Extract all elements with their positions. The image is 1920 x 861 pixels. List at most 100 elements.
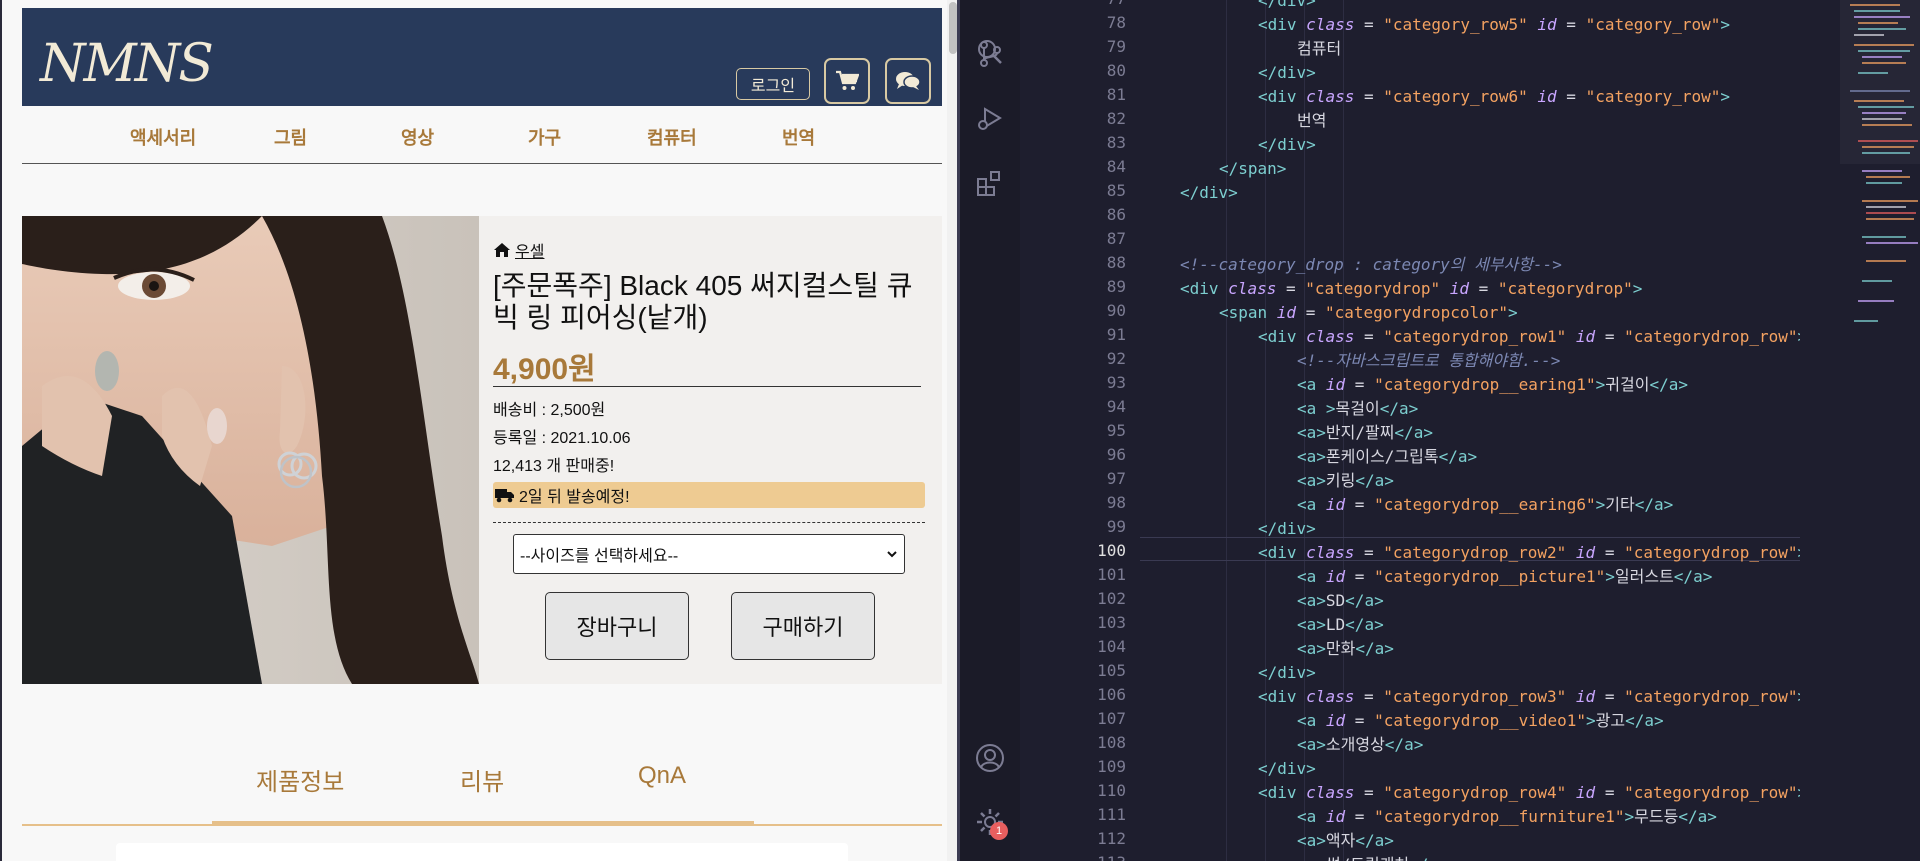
code-token: id (1325, 711, 1346, 730)
site-logo[interactable]: NMNS (40, 34, 214, 94)
scrollbar-thumb[interactable] (949, 2, 957, 54)
code-token: > (1605, 567, 1615, 586)
line-number: 82 (1106, 109, 1126, 128)
browser-scrollbar[interactable] (947, 0, 957, 861)
code-token: <a > (1297, 399, 1336, 418)
line-number: 90 (1106, 301, 1126, 320)
chat-icon-button[interactable] (885, 58, 931, 104)
line-number: 109 (1097, 757, 1126, 776)
code-token: <div (1258, 87, 1307, 106)
tab-product-info[interactable]: 제품정보 (256, 762, 344, 797)
code-line: <div class = "categorydrop_row3" id = "c… (1258, 685, 1800, 709)
code-line: <a id = "categorydrop__furniture1">무드등</… (1297, 805, 1717, 829)
line-number: 86 (1106, 205, 1126, 224)
code-token: <div (1258, 687, 1307, 706)
size-select-value: --사이즈를 선택하세요-- (520, 548, 679, 565)
login-button[interactable]: 로그인 (736, 68, 810, 100)
code-line: <a id = "categorydrop__picture1">일러스트</a… (1297, 565, 1712, 589)
code-token: "categorydrop__video1" (1374, 711, 1586, 730)
code-token: "category_row" (1585, 87, 1721, 106)
code-token: <a (1297, 495, 1326, 514)
code-token: > (1508, 303, 1518, 322)
nav-item-art[interactable]: 그림 (274, 124, 307, 150)
tab-reviews[interactable]: 리뷰 (460, 762, 504, 797)
product-section: 우셀 [주문폭주] Black 405 써지컬스틸 큐빅 링 피어싱(낱개) 4… (22, 216, 942, 684)
code-token: "categorydrop_row1" (1383, 327, 1567, 346)
code-token: "categorydrop_row" (1624, 783, 1798, 802)
code-line: <a>SD</a> (1297, 589, 1384, 613)
line-number: 97 (1106, 469, 1126, 488)
add-to-cart-button[interactable]: 장바구니 (545, 592, 689, 660)
code-token: "categorydrop_row" (1624, 687, 1798, 706)
code-token: id (1449, 279, 1470, 298)
code-token: <a (1297, 711, 1326, 730)
code-token: </a> (1379, 399, 1419, 418)
product-title: [주문폭주] Black 405 써지컬스틸 큐빅 링 피어싱(낱개) (493, 270, 913, 333)
code-token: <a (1297, 567, 1326, 586)
code-token: 번역 (1297, 111, 1327, 130)
code-token: </div> (1258, 0, 1316, 10)
code-token: > (1595, 375, 1606, 394)
activity-bar: 1 (960, 0, 1020, 861)
code-area[interactable]: </div> <div class = "category_row5" id = … (1140, 0, 1800, 861)
size-select[interactable]: --사이즈를 선택하세요-- (513, 534, 905, 574)
code-token: <span (1219, 303, 1277, 322)
line-number: 99 (1106, 517, 1126, 536)
code-line: <a>키링</a> (1297, 469, 1394, 493)
account-icon[interactable] (972, 740, 1008, 776)
code-token: > (1720, 87, 1731, 106)
code-token: </a> (1673, 567, 1713, 586)
code-token: id (1325, 375, 1346, 394)
code-token: <a> (1297, 591, 1326, 610)
code-token: > (1624, 807, 1635, 826)
extensions-icon[interactable] (972, 165, 1008, 201)
code-token: class (1306, 87, 1355, 106)
code-token: <div (1258, 15, 1307, 34)
code-token: "categorydrop__picture1" (1374, 567, 1606, 586)
code-token: = (1469, 279, 1498, 298)
code-token: = (1556, 15, 1586, 34)
code-token: <a (1297, 375, 1326, 394)
line-number: 80 (1106, 61, 1126, 80)
code-token: "category_row6" (1383, 87, 1528, 106)
line-number: 100 (1097, 541, 1126, 560)
code-token: 썸/드림캐쳐 (1326, 855, 1409, 861)
minimap[interactable] (1840, 0, 1920, 861)
code-token: </a> (1355, 471, 1394, 490)
code-token: > (1797, 327, 1800, 346)
source-control-icon[interactable] (972, 36, 1008, 72)
nav-item-accessory[interactable]: 액세서리 (130, 124, 196, 150)
run-debug-icon[interactable] (972, 100, 1008, 136)
code-line: <a>만화</a> (1297, 637, 1394, 661)
notification-badge: 1 (990, 822, 1008, 840)
code-token: id (1276, 303, 1297, 322)
product-price: 4,900원 (493, 353, 596, 386)
code-token: = (1296, 303, 1325, 322)
line-number: 91 (1106, 325, 1126, 344)
code-token: </a> (1384, 735, 1424, 754)
nav-item-translation[interactable]: 번역 (782, 124, 815, 150)
code-token: </div> (1180, 183, 1238, 202)
code-token: id (1325, 495, 1346, 514)
code-token: = (1354, 15, 1384, 34)
code-line: <a>소개영상</a> (1297, 733, 1423, 757)
nav-item-computer[interactable]: 컴퓨터 (647, 124, 697, 150)
cart-icon (836, 70, 859, 90)
shop-link[interactable]: 우셀 (493, 238, 544, 262)
nav-item-furniture[interactable]: 가구 (528, 124, 561, 150)
line-number: 87 (1106, 229, 1126, 248)
code-token: <div (1180, 279, 1229, 298)
cart-icon-button[interactable] (824, 58, 870, 104)
shop-name[interactable]: 우셀 (515, 238, 544, 262)
code-token: class (1306, 543, 1355, 562)
code-token: = (1354, 687, 1384, 706)
buy-now-button[interactable]: 구매하기 (731, 592, 875, 660)
nav-item-video[interactable]: 영상 (401, 124, 434, 150)
code-token: = (1345, 807, 1375, 826)
code-token: </a> (1409, 855, 1448, 861)
code-token: "category_row5" (1383, 15, 1528, 34)
tab-qna[interactable]: QnA (638, 762, 686, 790)
